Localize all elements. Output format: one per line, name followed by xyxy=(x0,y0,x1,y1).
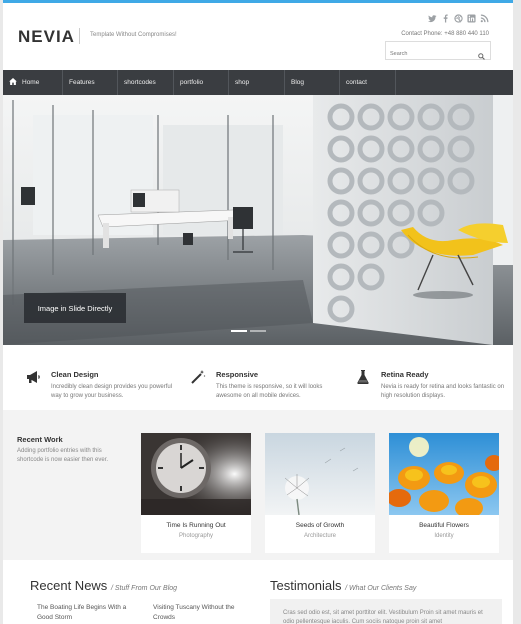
testimonials-heading: Testimonials / What Our Clients Say xyxy=(270,578,416,593)
slide-caption[interactable]: Image in Slide Directly xyxy=(24,293,126,323)
feature-text: Incredibly clean design provides you pow… xyxy=(51,384,173,399)
nav-item-label: Features xyxy=(69,79,95,86)
nav-item-portfolio[interactable]: portfolio xyxy=(174,70,229,95)
nav-item-contact[interactable]: contact xyxy=(340,70,396,95)
flask-icon xyxy=(355,369,371,385)
portfolio-item-title[interactable]: Beautiful Flowers xyxy=(389,522,499,529)
nav-item-label: shop xyxy=(235,79,250,86)
testimonial-text: Cras sed odio est, sit amet porttitor el… xyxy=(283,610,483,624)
nav-item-label: contact xyxy=(346,79,367,86)
main-nav: Home Features shortcodes portfolio shop … xyxy=(3,70,513,95)
slider-pagination xyxy=(231,330,266,332)
portfolio-item-category: Identity xyxy=(434,533,454,539)
portfolio-item-category: Architecture xyxy=(303,533,336,539)
portfolio-item-title[interactable]: Time Is Running Out xyxy=(141,522,251,529)
portfolio-thumbnail[interactable] xyxy=(265,433,375,515)
nav-item-features[interactable]: Features xyxy=(63,70,118,95)
search-input[interactable] xyxy=(386,45,476,63)
facebook-icon[interactable] xyxy=(441,14,450,23)
portfolio-item-title[interactable]: Seeds of Growth xyxy=(265,522,375,529)
linkedin-icon[interactable] xyxy=(467,14,476,23)
portfolio-thumbnail[interactable] xyxy=(389,433,499,515)
portfolio-section: Recent Work Adding portfolio entries wit… xyxy=(3,410,513,560)
nav-item-label: Home xyxy=(22,79,40,86)
hero-slider[interactable]: Image in Slide Directly xyxy=(3,95,513,345)
nav-item-label: shortcodes xyxy=(124,79,156,86)
nav-item-home[interactable]: Home xyxy=(3,70,63,95)
recent-news-title: Recent News xyxy=(30,578,108,593)
megaphone-icon xyxy=(25,369,41,385)
home-icon xyxy=(9,78,17,87)
nav-item-label: Blog xyxy=(291,79,305,86)
recent-news-heading: Recent News / Stuff From Our Blog xyxy=(30,578,177,593)
nav-item-label: portfolio xyxy=(180,79,204,86)
nav-item-shop[interactable]: shop xyxy=(229,70,285,95)
feature-title: Clean Design xyxy=(51,370,99,379)
magic-wand-icon xyxy=(190,369,206,385)
slider-dot[interactable] xyxy=(250,330,266,332)
twitter-icon[interactable] xyxy=(428,14,437,23)
news-item-link[interactable]: The Boating Life Begins With a Good Stor… xyxy=(37,603,137,623)
site-tagline: Template Without Compromises! xyxy=(90,32,177,38)
portfolio-thumbnail[interactable] xyxy=(141,433,251,515)
portfolio-item[interactable]: Beautiful Flowers Identity xyxy=(389,433,499,553)
portfolio-item[interactable]: Time Is Running Out Photography xyxy=(141,433,251,553)
news-item-link[interactable]: Visiting Tuscany Without the Crowds xyxy=(153,603,253,623)
portfolio-item[interactable]: Seeds of Growth Architecture xyxy=(265,433,375,553)
logo-divider xyxy=(79,28,80,44)
feature-title: Retina Ready xyxy=(381,370,429,379)
feature-text: Nevia is ready for retina and looks fant… xyxy=(381,384,505,399)
rss-icon[interactable] xyxy=(480,14,489,23)
slider-dot-active[interactable] xyxy=(231,330,247,332)
page: NEVIA Template Without Compromises! Cont… xyxy=(3,0,513,624)
nav-item-blog[interactable]: Blog xyxy=(285,70,340,95)
testimonials-subtitle: / What Our Clients Say xyxy=(345,585,417,592)
search-icon[interactable] xyxy=(478,47,485,65)
site-logo[interactable]: NEVIA xyxy=(18,27,75,47)
recent-work-title: Recent Work xyxy=(17,435,63,444)
recent-news-subtitle: / Stuff From Our Blog xyxy=(110,585,178,592)
dribbble-icon[interactable] xyxy=(454,14,463,23)
nav-item-shortcodes[interactable]: shortcodes xyxy=(118,70,174,95)
contact-phone: Contact Phone: +48 880 440 110 xyxy=(401,31,489,37)
feature-title: Responsive xyxy=(216,370,259,379)
testimonials-title: Testimonials xyxy=(270,578,342,593)
recent-work-description: Adding portfolio entries with this short… xyxy=(17,448,109,463)
social-links xyxy=(428,14,489,23)
portfolio-item-category: Photography xyxy=(178,533,214,539)
testimonial-box: Cras sed odio est, sit amet porttitor el… xyxy=(270,599,502,624)
search-box xyxy=(385,41,491,63)
feature-text: This theme is responsive, so it will loo… xyxy=(216,384,323,399)
